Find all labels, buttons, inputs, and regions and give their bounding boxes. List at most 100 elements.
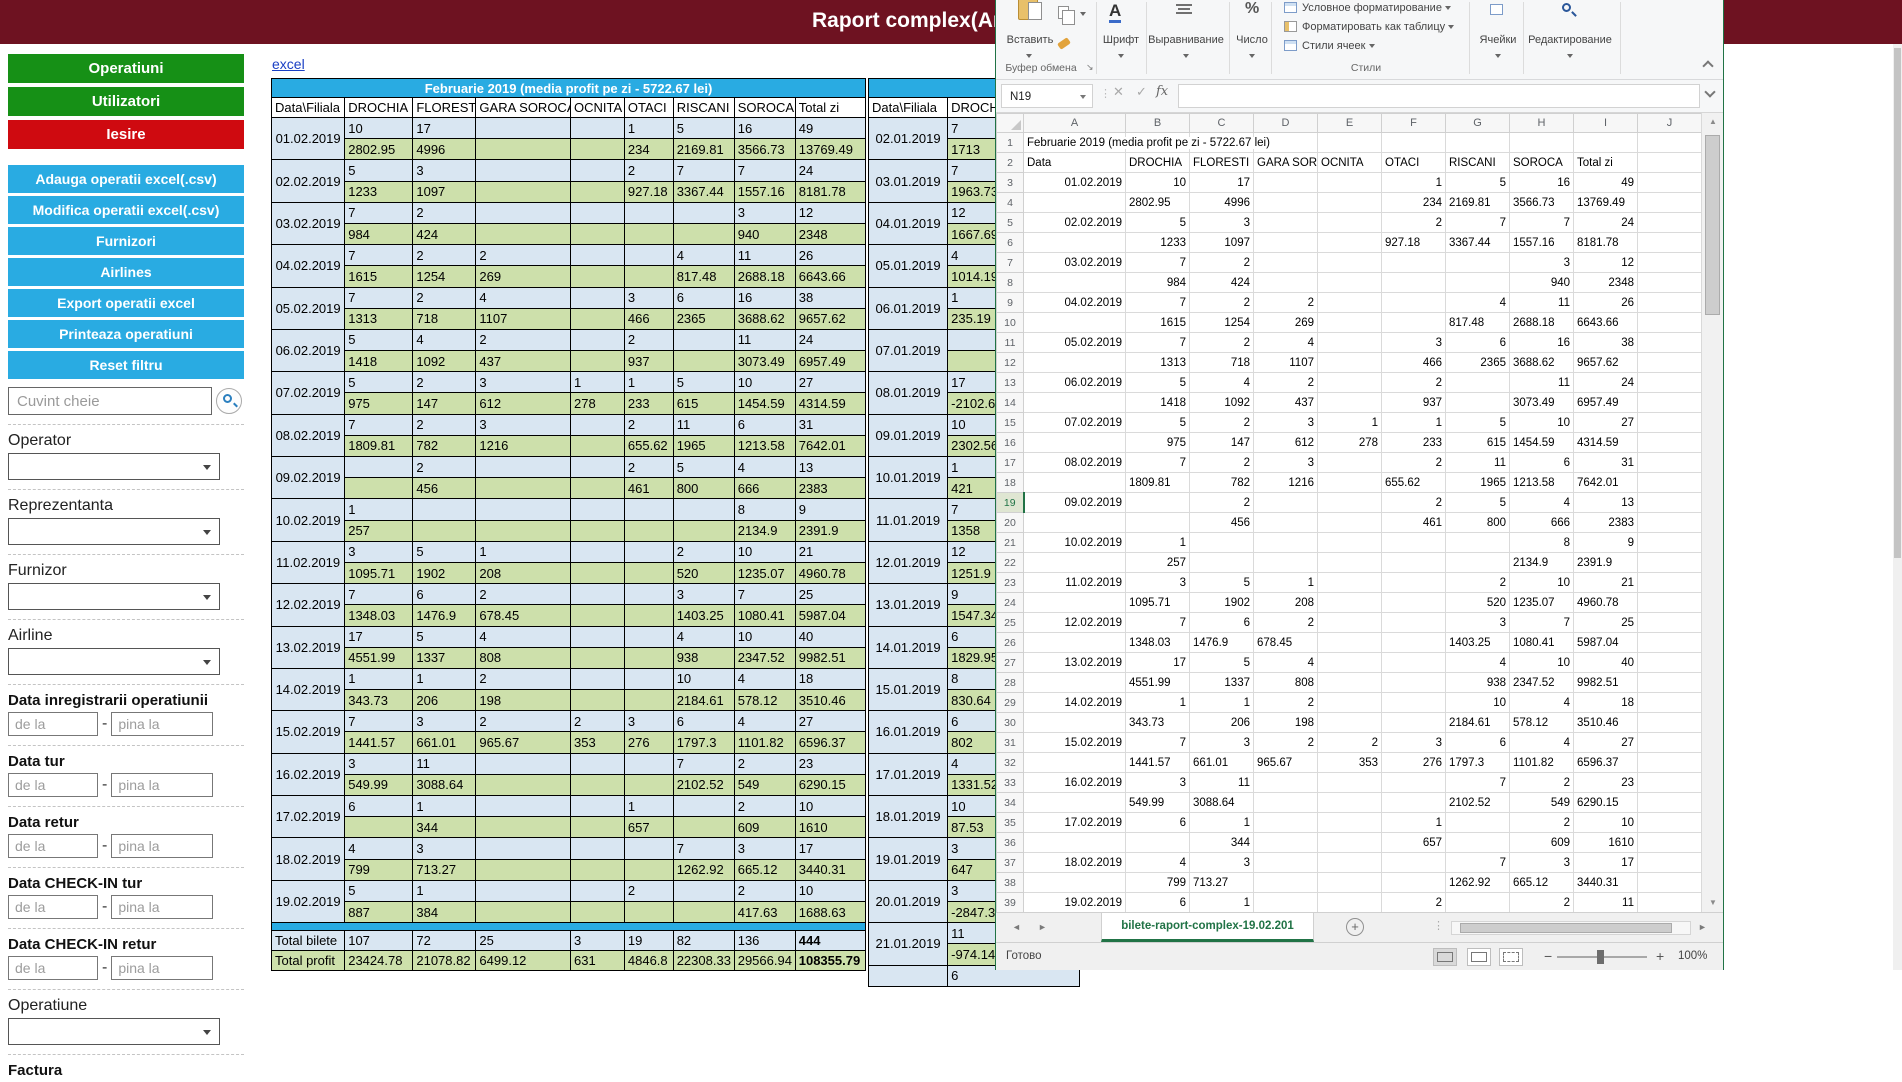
excel-cell[interactable]: 1262.92 bbox=[1446, 873, 1510, 893]
excel-cell[interactable] bbox=[1446, 373, 1510, 393]
excel-cell[interactable] bbox=[1638, 293, 1702, 313]
excel-cell[interactable]: 17.02.2019 bbox=[1024, 813, 1126, 833]
excel-cell[interactable] bbox=[1318, 793, 1382, 813]
scrollbar-thumb[interactable] bbox=[1705, 135, 1720, 315]
excel-cell[interactable] bbox=[1638, 653, 1702, 673]
date-to-input[interactable] bbox=[111, 834, 213, 858]
excel-cell[interactable] bbox=[1638, 493, 1702, 513]
excel-cell[interactable]: 799 bbox=[1126, 873, 1190, 893]
excel-cell[interactable]: 5 bbox=[1126, 413, 1190, 433]
excel-cell[interactable]: 07.02.2019 bbox=[1024, 413, 1126, 433]
excel-cell[interactable] bbox=[1638, 193, 1702, 213]
excel-cell[interactable]: 278 bbox=[1318, 433, 1382, 453]
excel-cell[interactable]: Februarie 2019 (media profit pe zi - 572… bbox=[1024, 133, 1126, 153]
excel-cell[interactable]: 1 bbox=[1190, 813, 1254, 833]
excel-cell[interactable]: 3 bbox=[1382, 333, 1446, 353]
row-header[interactable]: 36 bbox=[997, 833, 1024, 853]
row-header[interactable]: 16 bbox=[997, 433, 1024, 453]
excel-cell[interactable] bbox=[1446, 133, 1510, 153]
editing-button[interactable]: Редактирование bbox=[1527, 34, 1613, 46]
excel-cell[interactable]: 7 bbox=[1126, 733, 1190, 753]
excel-export-link[interactable]: excel bbox=[272, 56, 305, 72]
format-as-table-button[interactable]: Форматировать как таблицу bbox=[1302, 21, 1454, 33]
excel-cell[interactable] bbox=[1382, 293, 1446, 313]
scrollbar-thumb[interactable] bbox=[1894, 48, 1901, 558]
excel-cell[interactable] bbox=[1382, 633, 1446, 653]
excel-cell[interactable]: 817.48 bbox=[1446, 313, 1510, 333]
excel-cell[interactable]: 800 bbox=[1446, 513, 1510, 533]
excel-cell[interactable]: 2391.9 bbox=[1574, 553, 1638, 573]
row-header[interactable]: 34 bbox=[997, 793, 1024, 813]
excel-cell[interactable]: 7 bbox=[1126, 293, 1190, 313]
excel-cell[interactable]: 2 bbox=[1254, 693, 1318, 713]
scroll-up-icon[interactable]: ▲ bbox=[1702, 117, 1724, 126]
excel-cell[interactable]: 940 bbox=[1510, 273, 1574, 293]
row-header[interactable]: 21 bbox=[997, 533, 1024, 553]
excel-cell[interactable]: 4 bbox=[1446, 653, 1510, 673]
excel-cell[interactable]: 6 bbox=[1446, 333, 1510, 353]
excel-cell[interactable] bbox=[1024, 833, 1126, 853]
excel-cell[interactable]: 10 bbox=[1446, 693, 1510, 713]
excel-cell[interactable]: 13769.49 bbox=[1574, 193, 1638, 213]
excel-cell[interactable] bbox=[1638, 853, 1702, 873]
excel-cell[interactable] bbox=[1024, 473, 1126, 493]
excel-cell[interactable]: 1441.57 bbox=[1126, 753, 1190, 773]
excel-cell[interactable]: 7 bbox=[1446, 773, 1510, 793]
operatiune-select[interactable] bbox=[8, 1018, 220, 1045]
excel-cell[interactable] bbox=[1254, 173, 1318, 193]
excel-cell[interactable]: 1557.16 bbox=[1510, 233, 1574, 253]
excel-cell[interactable]: 353 bbox=[1318, 753, 1382, 773]
excel-cell[interactable]: 1403.25 bbox=[1446, 633, 1510, 653]
excel-cell[interactable]: 3 bbox=[1510, 853, 1574, 873]
excel-cell[interactable] bbox=[1638, 173, 1702, 193]
excel-cell[interactable] bbox=[1446, 273, 1510, 293]
excel-cell[interactable] bbox=[1638, 513, 1702, 533]
excel-cell[interactable]: 5 bbox=[1446, 173, 1510, 193]
excel-cell[interactable]: OTACI bbox=[1382, 153, 1446, 173]
excel-cell[interactable]: 8 bbox=[1510, 533, 1574, 553]
excel-cell[interactable]: SOROCA bbox=[1510, 153, 1574, 173]
excel-cell[interactable]: 3088.64 bbox=[1190, 793, 1254, 813]
excel-cell[interactable]: 4 bbox=[1126, 853, 1190, 873]
excel-cell[interactable] bbox=[1638, 133, 1702, 153]
excel-cell[interactable] bbox=[1024, 673, 1126, 693]
excel-cell[interactable] bbox=[1638, 473, 1702, 493]
date-from-input[interactable] bbox=[8, 773, 98, 797]
excel-cell[interactable]: 4 bbox=[1510, 493, 1574, 513]
zoom-in-icon[interactable]: + bbox=[1656, 948, 1664, 964]
excel-cell[interactable]: 1233 bbox=[1126, 233, 1190, 253]
excel-cell[interactable]: 4 bbox=[1254, 333, 1318, 353]
excel-cell[interactable]: 2383 bbox=[1574, 513, 1638, 533]
excel-cell[interactable]: 1 bbox=[1254, 573, 1318, 593]
excel-cell[interactable] bbox=[1638, 593, 1702, 613]
excel-cell[interactable]: 3 bbox=[1382, 733, 1446, 753]
excel-cell[interactable]: 2 bbox=[1510, 813, 1574, 833]
furnizori-button[interactable]: Furnizori bbox=[8, 227, 244, 255]
excel-cell[interactable]: 19.02.2019 bbox=[1024, 893, 1126, 913]
excel-cell[interactable]: 14.02.2019 bbox=[1024, 693, 1126, 713]
date-to-input[interactable] bbox=[111, 773, 213, 797]
excel-cell[interactable]: 3367.44 bbox=[1446, 233, 1510, 253]
excel-cell[interactable]: 03.02.2019 bbox=[1024, 253, 1126, 273]
excel-horizontal-scrollbar[interactable] bbox=[1451, 921, 1691, 935]
formula-input[interactable] bbox=[1178, 84, 1700, 108]
row-header[interactable]: 22 bbox=[997, 553, 1024, 573]
excel-cell[interactable]: 1 bbox=[1190, 893, 1254, 913]
excel-cell[interactable]: 984 bbox=[1126, 273, 1190, 293]
excel-cell[interactable]: 3440.31 bbox=[1574, 873, 1638, 893]
sheet-tab[interactable]: bilete-raport-complex-19.02.201 bbox=[1101, 913, 1314, 942]
excel-cell[interactable] bbox=[1638, 553, 1702, 573]
excel-cell[interactable]: 6 bbox=[1190, 613, 1254, 633]
excel-cell[interactable]: 11 bbox=[1190, 773, 1254, 793]
excel-cell[interactable]: 1107 bbox=[1254, 353, 1318, 373]
excel-cell[interactable]: FLORESTI bbox=[1190, 153, 1254, 173]
excel-cell[interactable]: 38 bbox=[1574, 333, 1638, 353]
excel-cell[interactable] bbox=[1638, 413, 1702, 433]
excel-cell[interactable] bbox=[1254, 493, 1318, 513]
row-header[interactable]: 24 bbox=[997, 593, 1024, 613]
date-from-input[interactable] bbox=[8, 712, 98, 736]
excel-cell[interactable]: 2 bbox=[1190, 453, 1254, 473]
excel-cell[interactable]: 2802.95 bbox=[1126, 193, 1190, 213]
excel-cell[interactable]: 2 bbox=[1190, 253, 1254, 273]
excel-cell[interactable] bbox=[1254, 893, 1318, 913]
